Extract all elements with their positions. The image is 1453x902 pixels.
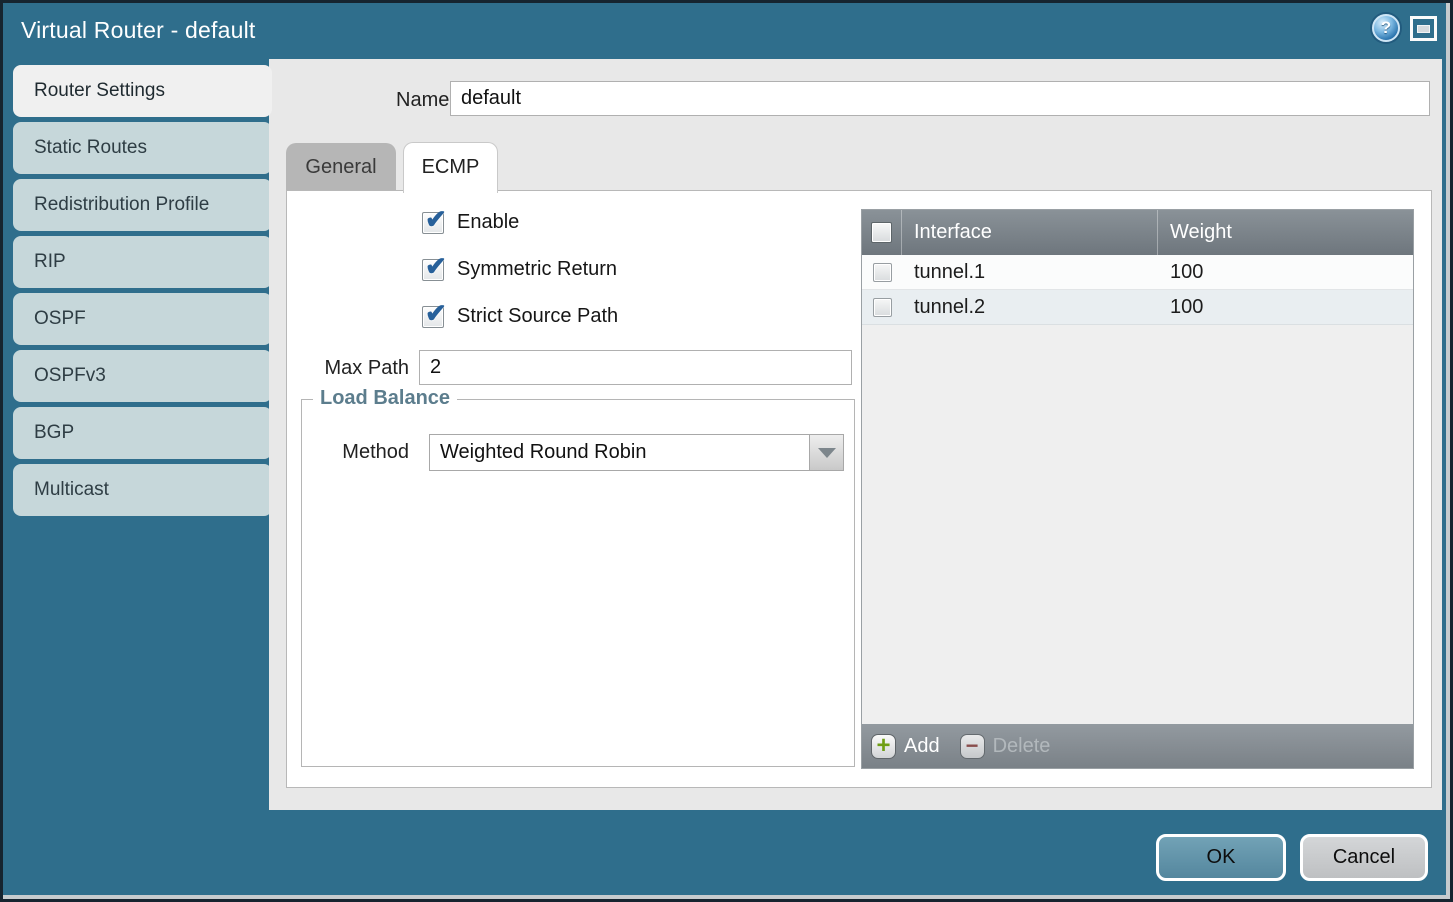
window-icon[interactable] xyxy=(1410,16,1437,41)
checkbox-box[interactable]: ✔ xyxy=(422,306,444,328)
sidebar-item-redistribution-profile[interactable]: Redistribution Profile xyxy=(13,179,272,231)
load-balance-legend: Load Balance xyxy=(313,387,457,410)
help-icon[interactable]: ? xyxy=(1372,14,1400,42)
ok-button[interactable]: OK xyxy=(1156,834,1286,881)
method-value: Weighted Round Robin xyxy=(440,435,646,470)
cell-weight[interactable]: 100 xyxy=(1158,296,1413,319)
cell-weight[interactable]: 100 xyxy=(1158,261,1413,284)
checkbox-enable[interactable]: ✔ Enable xyxy=(422,211,519,234)
table-empty-area xyxy=(862,325,1413,724)
checkbox-label: Enable xyxy=(457,211,519,234)
sidebar-item-ospf[interactable]: OSPF xyxy=(13,293,272,345)
sidebar-item-bgp[interactable]: BGP xyxy=(13,407,272,459)
cancel-button[interactable]: Cancel xyxy=(1300,834,1428,881)
table-row[interactable]: tunnel.1 100 xyxy=(862,255,1413,290)
name-label: Name xyxy=(396,89,449,112)
cell-interface[interactable]: tunnel.2 xyxy=(902,296,1158,319)
table-footer: + Add − Delete xyxy=(862,724,1413,768)
dropdown-button[interactable] xyxy=(809,435,843,470)
checkbox-box[interactable]: ✔ xyxy=(422,259,444,281)
plus-icon: + xyxy=(871,734,896,759)
checkbox-label: Symmetric Return xyxy=(457,258,617,281)
sidebar-item-multicast[interactable]: Multicast xyxy=(13,464,272,516)
tab-ecmp[interactable]: ECMP xyxy=(403,142,498,193)
checkbox-symmetric-return[interactable]: ✔ Symmetric Return xyxy=(422,258,617,281)
titlebar: Virtual Router - default ? xyxy=(3,3,1450,59)
table-header: Interface Weight xyxy=(862,210,1413,255)
max-path-input[interactable] xyxy=(419,350,852,385)
row-checkbox-cell xyxy=(862,263,902,282)
checkbox-box[interactable]: ✔ xyxy=(422,212,444,234)
row-checkbox-cell xyxy=(862,298,902,317)
delete-label: Delete xyxy=(993,735,1051,758)
column-header-weight[interactable]: Weight xyxy=(1158,210,1413,255)
check-icon: ✔ xyxy=(425,298,447,329)
method-label: Method xyxy=(317,441,409,464)
method-dropdown[interactable]: Weighted Round Robin xyxy=(429,434,844,471)
delete-button[interactable]: − Delete xyxy=(960,734,1051,759)
check-icon: ✔ xyxy=(425,204,447,235)
select-all-cell xyxy=(862,210,902,255)
window-icon-inner xyxy=(1417,25,1430,33)
sidebar-item-ospfv3[interactable]: OSPFv3 xyxy=(13,350,272,402)
chevron-down-icon xyxy=(818,448,836,458)
name-input[interactable] xyxy=(450,81,1430,116)
add-button[interactable]: + Add xyxy=(871,734,940,759)
checkbox-strict-source-path[interactable]: ✔ Strict Source Path xyxy=(422,305,618,328)
column-header-interface[interactable]: Interface xyxy=(902,210,1158,255)
minus-icon: − xyxy=(960,734,985,759)
select-all-checkbox[interactable] xyxy=(871,222,892,243)
sidebar-item-router-settings[interactable]: Router Settings xyxy=(13,65,272,117)
max-path-label: Max Path xyxy=(307,357,409,380)
add-label: Add xyxy=(904,735,940,758)
dialog-title: Virtual Router - default xyxy=(21,3,256,57)
row-checkbox[interactable] xyxy=(873,263,892,282)
tab-general[interactable]: General xyxy=(286,143,396,191)
virtual-router-dialog: Virtual Router - default ? Router Settin… xyxy=(0,0,1453,902)
help-glyph: ? xyxy=(1381,18,1391,38)
dialog-content: Name General ECMP ✔ Enable ✔ Symmetric R… xyxy=(269,59,1442,810)
row-checkbox[interactable] xyxy=(873,298,892,317)
ecmp-panel: ✔ Enable ✔ Symmetric Return ✔ Strict Sou… xyxy=(286,190,1432,788)
table-row[interactable]: tunnel.2 100 xyxy=(862,290,1413,325)
sidebar-item-rip[interactable]: RIP xyxy=(13,236,272,288)
check-icon: ✔ xyxy=(425,251,447,282)
checkbox-label: Strict Source Path xyxy=(457,305,618,328)
interface-table: Interface Weight tunnel.1 100 tunnel.2 1… xyxy=(861,209,1414,769)
sidebar-item-static-routes[interactable]: Static Routes xyxy=(13,122,272,174)
cell-interface[interactable]: tunnel.1 xyxy=(902,261,1158,284)
